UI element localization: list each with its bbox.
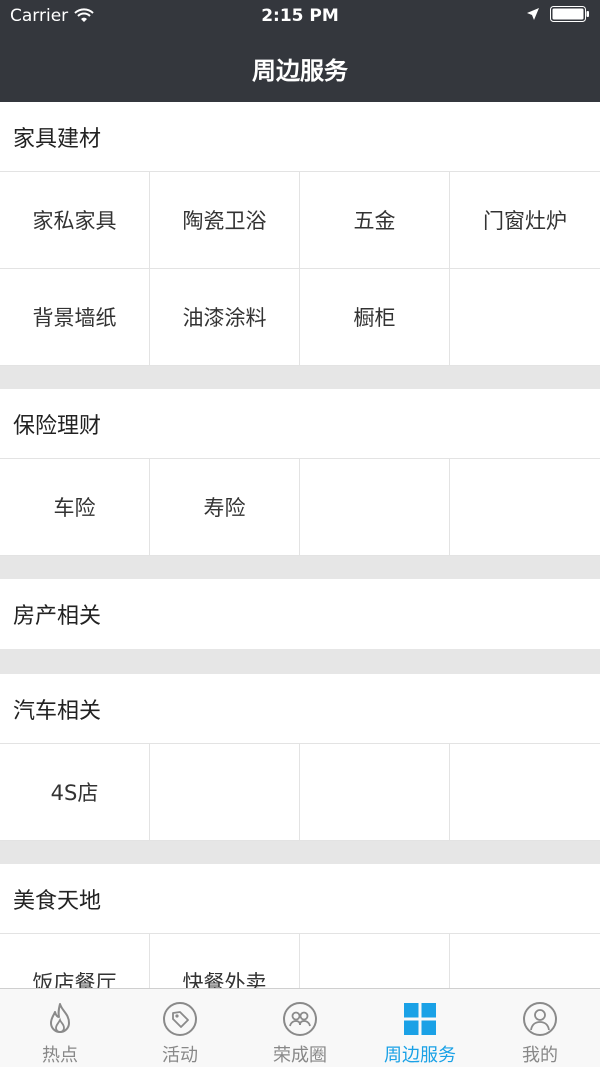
nav-bar: 周边服务 bbox=[0, 34, 600, 102]
user-icon bbox=[523, 1002, 557, 1036]
section-furniture: 家具建材 家私家具 陶瓷卫浴 五金 门窗灶炉 背景墙纸 油漆涂料 橱柜 bbox=[0, 102, 600, 366]
section-title: 家具建材 bbox=[0, 102, 600, 172]
section-divider bbox=[0, 841, 600, 864]
empty-cell bbox=[300, 744, 450, 841]
tab-nearby-services[interactable]: 周边服务 bbox=[360, 989, 480, 1067]
tag-icon bbox=[163, 1002, 197, 1036]
tab-label: 周边服务 bbox=[384, 1045, 456, 1066]
status-time: 2:15 PM bbox=[261, 6, 339, 26]
service-cell[interactable]: 快餐外卖 bbox=[150, 934, 300, 988]
grid-icon bbox=[404, 1003, 436, 1035]
tab-bar: 热点 活动 荣成圈 周边服务 我的 bbox=[0, 988, 600, 1067]
tab-hot[interactable]: 热点 bbox=[0, 989, 120, 1067]
section-grid: 饭店餐厅 快餐外卖 bbox=[0, 934, 600, 988]
status-right bbox=[526, 6, 590, 22]
tab-label: 我的 bbox=[522, 1045, 558, 1066]
empty-cell bbox=[450, 934, 600, 988]
tab-label: 活动 bbox=[162, 1045, 198, 1066]
service-cell[interactable]: 车险 bbox=[0, 459, 150, 556]
flame-icon bbox=[50, 1003, 70, 1033]
page-title: 周边服务 bbox=[252, 56, 348, 85]
section-automotive: 汽车相关 4S店 bbox=[0, 674, 600, 841]
section-title: 保险理财 bbox=[0, 389, 600, 459]
section-title: 美食天地 bbox=[0, 864, 600, 934]
service-cell[interactable]: 饭店餐厅 bbox=[0, 934, 150, 988]
section-insurance: 保险理财 车险 寿险 bbox=[0, 389, 600, 556]
section-grid: 车险 寿险 bbox=[0, 459, 600, 556]
tab-circle[interactable]: 荣成圈 bbox=[240, 989, 360, 1067]
group-icon bbox=[283, 1002, 317, 1036]
empty-cell bbox=[450, 269, 600, 366]
empty-cell bbox=[300, 934, 450, 988]
service-cell[interactable]: 4S店 bbox=[0, 744, 150, 841]
section-title[interactable]: 房产相关 bbox=[0, 579, 600, 649]
location-arrow-icon bbox=[527, 8, 539, 20]
empty-cell bbox=[300, 459, 450, 556]
tab-activity[interactable]: 活动 bbox=[120, 989, 240, 1067]
tab-label: 热点 bbox=[42, 1045, 78, 1066]
empty-cell bbox=[450, 744, 600, 841]
service-cell[interactable]: 油漆涂料 bbox=[150, 269, 300, 366]
section-grid: 家私家具 陶瓷卫浴 五金 门窗灶炉 背景墙纸 油漆涂料 橱柜 bbox=[0, 172, 600, 366]
empty-cell bbox=[150, 744, 300, 841]
service-cell[interactable]: 门窗灶炉 bbox=[450, 172, 600, 269]
battery-icon bbox=[550, 6, 589, 22]
section-divider bbox=[0, 649, 600, 674]
section-divider bbox=[0, 556, 600, 579]
service-cell[interactable]: 陶瓷卫浴 bbox=[150, 172, 300, 269]
section-divider bbox=[0, 366, 600, 389]
section-real-estate: 房产相关 bbox=[0, 579, 600, 649]
service-cell[interactable]: 五金 bbox=[300, 172, 450, 269]
section-food: 美食天地 饭店餐厅 快餐外卖 bbox=[0, 864, 600, 988]
tab-mine[interactable]: 我的 bbox=[480, 989, 600, 1067]
section-title: 汽车相关 bbox=[0, 674, 600, 744]
service-cell[interactable]: 橱柜 bbox=[300, 269, 450, 366]
section-grid: 4S店 bbox=[0, 744, 600, 841]
service-cell[interactable]: 寿险 bbox=[150, 459, 300, 556]
empty-cell bbox=[450, 459, 600, 556]
service-cell[interactable]: 家私家具 bbox=[0, 172, 150, 269]
service-cell[interactable]: 背景墙纸 bbox=[0, 269, 150, 366]
tab-label: 荣成圈 bbox=[273, 1045, 327, 1066]
service-list[interactable]: 家具建材 家私家具 陶瓷卫浴 五金 门窗灶炉 背景墙纸 油漆涂料 橱柜 保险理财… bbox=[0, 102, 600, 988]
status-bar: Carrier 2:15 PM bbox=[0, 0, 600, 34]
